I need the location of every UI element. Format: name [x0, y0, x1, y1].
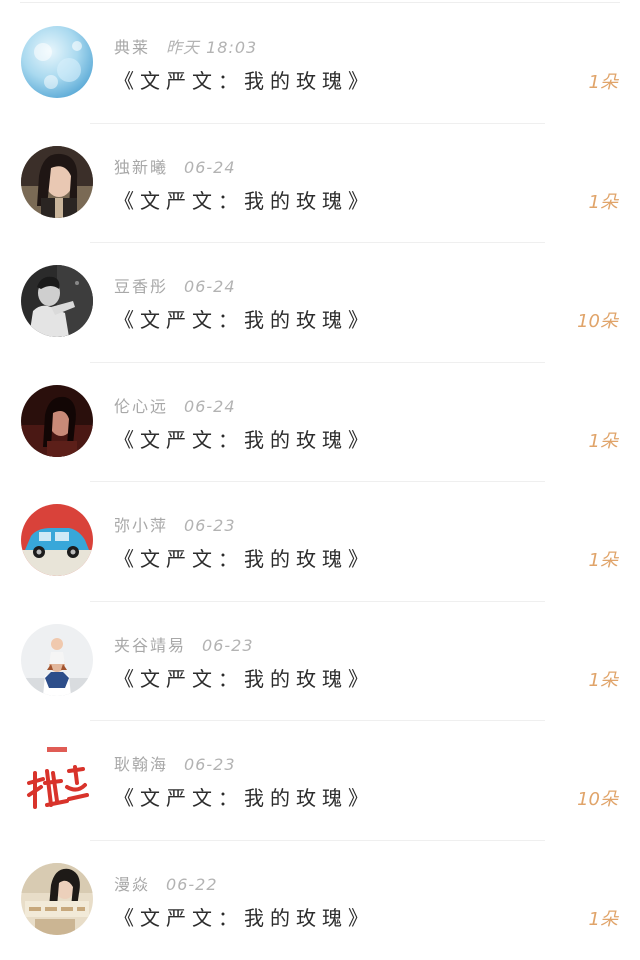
list-item[interactable]: 豆香彤 06-24 《文严文：我的玫瑰》 10朵	[0, 243, 640, 363]
rose-count: 1朵	[588, 669, 618, 691]
sender-meta: 漫焱 06-22	[114, 871, 218, 895]
sent-date: 06-23	[184, 516, 236, 535]
sender-meta: 独新曦 06-24	[114, 154, 236, 178]
sender-meta: 典莱 昨天 18:03	[114, 34, 257, 58]
list-item[interactable]: 耿翰海 06-23 《文严文：我的玫瑰》 10朵	[0, 721, 640, 841]
sent-date: 06-23	[184, 755, 236, 774]
book-title[interactable]: 《文严文：我的玫瑰》	[114, 782, 374, 811]
top-divider	[20, 2, 620, 3]
sender-name[interactable]: 耿翰海	[114, 755, 168, 774]
book-title[interactable]: 《文严文：我的玫瑰》	[114, 65, 374, 94]
book-title[interactable]: 《文严文：我的玫瑰》	[114, 902, 374, 931]
sender-name[interactable]: 夹谷靖易	[114, 636, 186, 655]
blue-car-avatar[interactable]	[21, 504, 93, 576]
sender-name[interactable]: 漫焱	[114, 875, 150, 894]
sender-name[interactable]: 伦心远	[114, 397, 168, 416]
sent-date: 06-24	[184, 396, 236, 416]
sender-meta: 夹谷靖易 06-23	[114, 632, 254, 656]
red-calligraphy-avatar[interactable]	[21, 743, 93, 815]
list-item[interactable]: 伦心远 06-24 《文严文：我的玫瑰》 1朵	[0, 363, 640, 482]
sent-date: 06-23	[202, 635, 254, 655]
rose-gift-list: 典莱 昨天 18:03 《文严文：我的玫瑰》 1朵 独新曦 06-24 《文严文：我…	[0, 4, 640, 960]
sender-name[interactable]: 弥小萍	[114, 516, 168, 535]
rose-count: 1朵	[588, 908, 618, 930]
father-child-avatar[interactable]	[21, 623, 93, 696]
sender-name[interactable]: 典莱	[114, 38, 150, 57]
girl-text-avatar[interactable]	[21, 862, 93, 935]
sender-meta: 弥小萍 06-23	[114, 512, 236, 536]
bw-portrait-avatar[interactable]	[21, 265, 93, 337]
girl-portrait-avatar[interactable]	[21, 145, 93, 218]
rose-count: 1朵	[588, 191, 618, 213]
list-item[interactable]: 弥小萍 06-23 《文严文：我的玫瑰》 1朵	[0, 482, 640, 602]
sender-meta: 豆香彤 06-24	[114, 273, 236, 297]
sent-date: 昨天 18:03	[166, 38, 258, 57]
sender-name[interactable]: 豆香彤	[114, 277, 168, 296]
sent-date: 06-22	[166, 874, 218, 894]
book-title[interactable]: 《文严文：我的玫瑰》	[114, 543, 374, 572]
sender-meta: 耿翰海 06-23	[114, 751, 236, 775]
sender-meta: 伦心远 06-24	[114, 393, 236, 417]
rose-count: 1朵	[588, 430, 618, 452]
blue-water-avatar[interactable]	[21, 26, 93, 98]
sender-name[interactable]: 独新曦	[114, 158, 168, 177]
dark-red-portrait-avatar[interactable]	[21, 384, 93, 457]
book-title[interactable]: 《文严文：我的玫瑰》	[114, 304, 374, 333]
book-title[interactable]: 《文严文：我的玫瑰》	[114, 663, 374, 692]
rose-count: 10朵	[577, 311, 618, 332]
rose-count: 1朵	[588, 550, 618, 571]
sent-date: 06-24	[184, 157, 236, 177]
list-item[interactable]: 漫焱 06-22 《文严文：我的玫瑰》 1朵	[0, 841, 640, 960]
list-item[interactable]: 夹谷靖易 06-23 《文严文：我的玫瑰》 1朵	[0, 602, 640, 721]
list-item[interactable]: 独新曦 06-24 《文严文：我的玫瑰》 1朵	[0, 124, 640, 243]
book-title[interactable]: 《文严文：我的玫瑰》	[114, 424, 374, 453]
sent-date: 06-24	[184, 277, 236, 296]
book-title[interactable]: 《文严文：我的玫瑰》	[114, 185, 374, 214]
list-item[interactable]: 典莱 昨天 18:03 《文严文：我的玫瑰》 1朵	[0, 4, 640, 124]
rose-count: 10朵	[577, 789, 618, 810]
rose-count: 1朵	[588, 72, 618, 93]
